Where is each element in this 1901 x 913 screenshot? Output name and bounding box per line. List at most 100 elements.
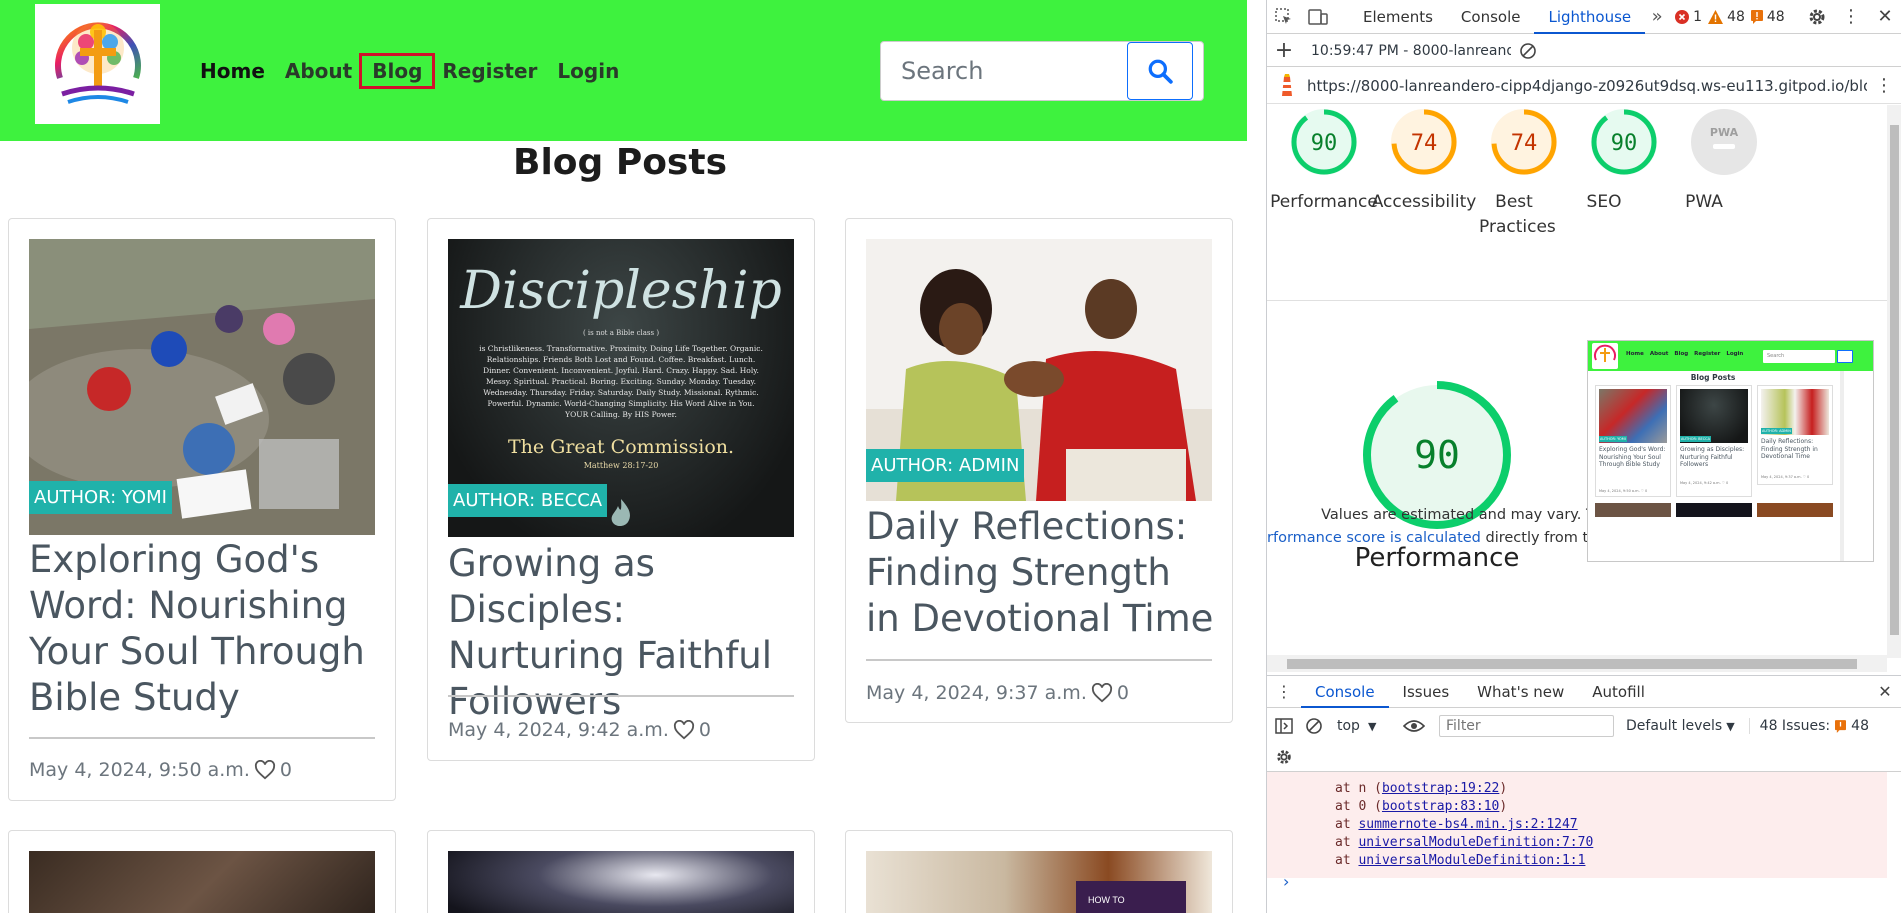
new-report-plus-icon[interactable]: +	[1267, 34, 1301, 68]
blog-post-card[interactable]: Discipleship ( is not a Bible class ) is…	[427, 218, 815, 761]
blog-post-card[interactable]	[427, 830, 815, 913]
cross-tree-logo-icon	[54, 22, 141, 104]
clear-console-icon[interactable]	[1301, 709, 1327, 743]
audited-url[interactable]: https://8000-lanreandero-cipp4django-z09…	[1307, 77, 1867, 95]
tab-elements[interactable]: Elements	[1349, 0, 1447, 34]
search-button[interactable]	[1127, 42, 1193, 100]
score-gauge-accessibility[interactable]: 74	[1391, 109, 1457, 175]
thumb-navbar: Home About Blog Register Login Search	[1588, 341, 1873, 371]
performance-big-label: Performance	[1354, 543, 1520, 573]
stack-link[interactable]: bootstrap:19:22	[1382, 781, 1499, 796]
discipleship-subheading: ( is not a Bible class )	[582, 329, 660, 337]
thumb-nav: Home About Blog Register Login	[1626, 351, 1743, 357]
score-gauge-background	[1691, 109, 1757, 175]
stack-link[interactable]: universalModuleDefinition:1:1	[1358, 853, 1585, 868]
console-settings-gear-icon[interactable]	[1267, 740, 1301, 774]
console-toolbar: top ▼ Default levels ▼ 48 Issues: 48	[1267, 708, 1901, 772]
stack-link[interactable]: summernote-bs4.min.js:2:1247	[1358, 817, 1577, 832]
score-gauge-best-practices[interactable]: 74	[1491, 109, 1557, 175]
drawer-tab-issues[interactable]: Issues	[1389, 676, 1464, 708]
nav-blog-link[interactable]: Blog	[359, 53, 436, 89]
drawer-tab-console[interactable]: Console	[1301, 676, 1389, 708]
report-menu-icon[interactable]: ⋮	[1867, 69, 1901, 103]
error-counter[interactable]: 1	[1675, 9, 1702, 25]
thumb-author: AUTHOR: BECCA	[1680, 436, 1711, 442]
pwa-dash	[1713, 144, 1735, 149]
nav-home-link[interactable]: Home	[190, 56, 275, 86]
more-options-icon[interactable]: ⋮	[1834, 0, 1868, 34]
device-toolbar-icon[interactable]	[1301, 0, 1335, 34]
log-levels-dropdown[interactable]: Default levels ▼	[1626, 718, 1735, 734]
post-meta: May 4, 2024, 9:42 a.m. 0	[448, 719, 711, 741]
warning-count: 48	[1727, 8, 1745, 25]
console-filter-input[interactable]	[1439, 715, 1614, 737]
lighthouse-report: 90 74 74 90 PWA Performance Accessibility Be…	[1267, 105, 1887, 655]
heart-icon[interactable]	[673, 720, 695, 740]
book-cover: HOW TO	[1076, 881, 1186, 913]
discipleship-verse: Matthew 28:17-20	[583, 461, 659, 470]
console-issues-label: 48 Issues:	[1759, 718, 1831, 734]
inspect-element-icon[interactable]	[1267, 0, 1301, 34]
console-prompt[interactable]: ›	[1283, 872, 1289, 891]
thumb-card-image	[1680, 389, 1748, 443]
search-input[interactable]	[881, 42, 1125, 100]
stack-prefix: at n (	[1335, 781, 1382, 796]
close-devtools-icon[interactable]: ✕	[1868, 0, 1901, 34]
more-tabs-icon[interactable]: »	[1645, 0, 1669, 34]
issues-counter[interactable]: 48	[1750, 9, 1785, 25]
report-vertical-scrollbar-thumb[interactable]	[1890, 125, 1899, 635]
post-image	[448, 851, 794, 913]
report-selector-label: 10:59:47 PM - 8000-lanreande	[1311, 42, 1511, 59]
tab-console[interactable]: Console	[1447, 0, 1535, 34]
tab-lighthouse[interactable]: Lighthouse	[1534, 0, 1646, 34]
context-selector[interactable]: top ▼	[1337, 718, 1397, 734]
post-title[interactable]: Daily Reflections: Finding Strength in D…	[866, 504, 1216, 642]
nav-about-link[interactable]: About	[275, 56, 362, 86]
post-title[interactable]: Growing as Disciples: Nurturing Faithful…	[448, 541, 798, 725]
nav-login-link[interactable]: Login	[547, 56, 629, 86]
heart-icon[interactable]	[1091, 683, 1113, 703]
thumb-author: AUTHOR: YOMI	[1599, 436, 1627, 442]
close-drawer-icon[interactable]: ✕	[1868, 675, 1901, 709]
console-sidebar-icon[interactable]	[1267, 709, 1301, 743]
report-horizontal-scrollbar[interactable]	[1267, 655, 1887, 672]
clear-reports-icon[interactable]	[1511, 34, 1545, 68]
stack-link[interactable]: universalModuleDefinition:7:70	[1358, 835, 1593, 850]
author-badge: AUTHOR: YOMI	[29, 481, 172, 514]
drawer-tab-autofill[interactable]: Autofill	[1578, 676, 1659, 708]
report-horizontal-scrollbar-thumb[interactable]	[1287, 659, 1857, 669]
estimate-note: Values are estimated and may vary. The	[1321, 507, 1613, 523]
final-screenshot-thumbnail[interactable]: Home About Blog Register Login Search Blog P…	[1587, 340, 1874, 562]
stack-link[interactable]: bootstrap:83:10	[1382, 799, 1499, 814]
console-issues-button[interactable]: 48 Issues: 48	[1748, 718, 1869, 734]
thumb-search: Search	[1763, 350, 1835, 363]
score-gauge-performance[interactable]: 90	[1291, 109, 1357, 175]
stack-suffix: )	[1499, 799, 1508, 814]
drawer-menu-icon[interactable]: ⋮	[1267, 675, 1301, 709]
score-gauge-pwa[interactable]: PWA	[1691, 109, 1757, 175]
blog-post-card[interactable]: AUTHOR: ADMIN Daily Reflections: Finding…	[845, 218, 1233, 723]
error-icon	[1675, 9, 1690, 24]
heart-icon[interactable]	[254, 760, 276, 780]
blog-post-card[interactable]: AUTHOR: YOMI Exploring God's Word: Nouri…	[8, 218, 396, 801]
issue-flag-icon	[1835, 719, 1847, 733]
blog-post-card[interactable]: HOW TO	[845, 830, 1233, 913]
report-selector[interactable]: 10:59:47 PM - 8000-lanreande ▼	[1311, 43, 1511, 59]
warning-counter[interactable]: 48	[1708, 9, 1745, 25]
score-gauge-value: 74	[1411, 131, 1438, 156]
blog-post-card[interactable]	[8, 830, 396, 913]
drawer-tab-whats-new[interactable]: What's new	[1463, 676, 1578, 708]
like-count: 0	[1116, 682, 1129, 704]
score-calculated-link[interactable]: rformance score is calculated	[1267, 530, 1481, 546]
live-expression-eye-icon[interactable]	[1397, 709, 1431, 743]
report-vertical-scrollbar[interactable]	[1887, 105, 1901, 658]
stack-prefix: at	[1335, 817, 1359, 832]
post-meta: May 4, 2024, 9:37 a.m. 0	[866, 682, 1129, 704]
score-gauge-seo[interactable]: 90	[1591, 109, 1657, 175]
console-toolbar-row: top ▼ Default levels ▼ 48 Issues: 48	[1267, 711, 1901, 741]
post-title[interactable]: Exploring God's Word: Nourishing Your So…	[29, 537, 379, 721]
nav-register-link[interactable]: Register	[432, 56, 547, 86]
pwa-badge-text: PWA	[1710, 126, 1739, 139]
site-logo[interactable]	[35, 4, 160, 124]
settings-gear-icon[interactable]	[1800, 0, 1834, 34]
